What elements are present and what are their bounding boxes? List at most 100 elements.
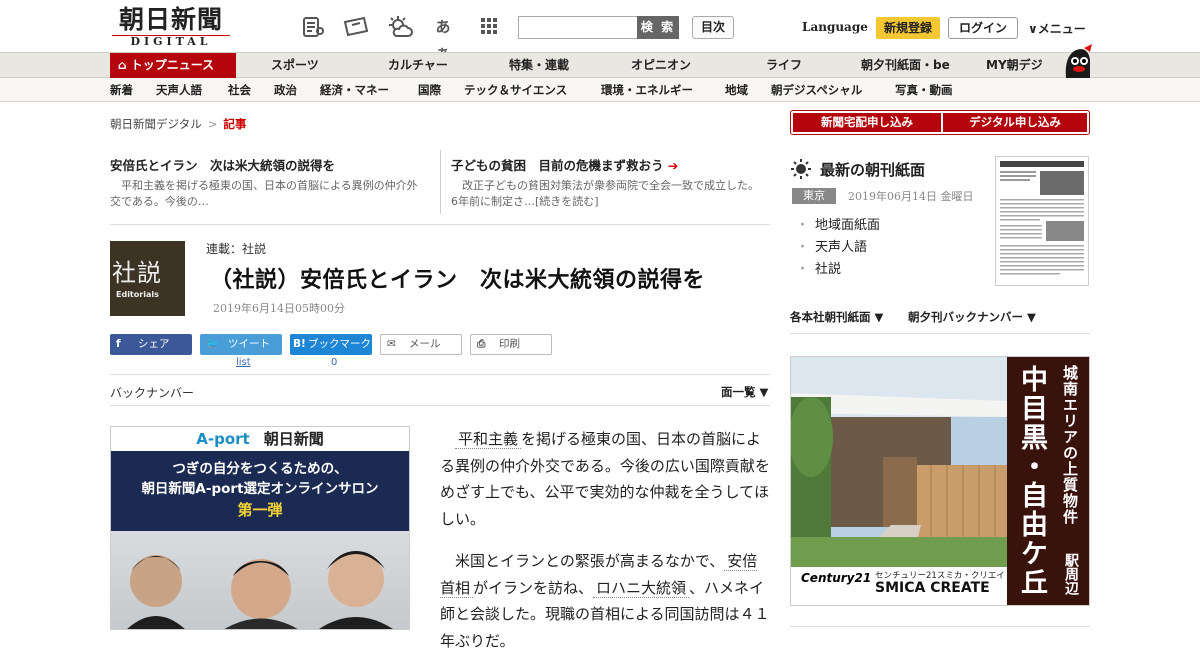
breadcrumb-separator: > [207,117,218,131]
nav-my-asadeji[interactable]: MY朝デジ [986,53,1043,78]
paper-link-label: 地域面紙面 [815,218,881,233]
caret-down-icon: ▼ [759,385,769,399]
subnav-society[interactable]: 社会 [228,78,251,102]
ad-brand: A-port 朝日新聞 [111,427,409,451]
mail-button[interactable]: ✉ メール [380,334,462,355]
newspaper-thumbnail[interactable] [995,156,1089,286]
logo-main: 朝日新聞 [118,5,223,34]
aport-advertisement[interactable]: A-port 朝日新聞 つぎの自分をつくるための、 朝日新聞A-port選定オンラ… [110,426,410,630]
newspaper-icon[interactable] [300,14,326,40]
paper-link-editorial[interactable]: ・社説 [796,258,841,277]
thumb-label: 社説 [112,259,162,287]
digital-subscribe-button[interactable]: デジタル申し込み [943,113,1087,132]
subnav-international[interactable]: 国際 [418,78,441,102]
toc-button[interactable]: 目次 [692,16,734,39]
ad-line-2: 朝日新聞A-port選定オンラインサロン [141,481,379,497]
ad-text-panel: 城南エリアの上質物件 中目黒・自由ケ丘 駅周辺 [1007,357,1089,605]
home-icon: ⌂ [118,58,131,72]
divider [110,374,770,375]
divider [790,626,1090,627]
grid-menu-icon[interactable] [476,14,502,40]
asahi-digital-logo[interactable]: 朝日新聞 DIGITAL [112,6,230,48]
bullet: ・ [796,262,810,277]
page-list-dropdown[interactable]: 面一覧 ▼ [721,384,768,400]
related-title-1[interactable]: 安倍氏とイラン 次は米大統領の説得を [110,155,335,174]
paragraph: 平和主義 を掲げる極東の国、日本の首脳による異例の仲介外交である。今後の広い国際貢… [440,426,770,532]
font-size-icon[interactable]: あぁ [430,14,456,62]
nav-culture[interactable]: カルチャー [388,53,448,78]
breadcrumb-root[interactable]: 朝日新聞デジタル [110,117,202,131]
search-input[interactable] [518,16,638,39]
editorial-thumbnail: 社説 Editorials [110,241,185,316]
nav-sports[interactable]: スポーツ [271,53,319,78]
weather-icon[interactable] [386,14,413,40]
backnumber-link[interactable]: 朝夕刊バックナンバー ▼ [908,309,1036,325]
ad-vertical-text-2: 中目黒・自由ケ丘 [1016,365,1047,597]
share-label: 印刷 [499,338,520,350]
article-body: 平和主義 を掲げる極東の国、日本の首脳による異例の仲介外交である。今後の広い国際貢… [440,426,770,670]
related-body-1: 平和主義を掲げる極東の国、日本の首脳による異例の仲介外交である。今後の… [110,179,418,208]
related-body-2: 改正子どもの貧困対策法が衆参両院で全会一致で成立した。 6年前に制定さ…[続きを… [451,179,765,208]
ad-vertical-text-1: 城南エリアの上質物件 [1061,365,1079,525]
paper-link-tensei[interactable]: ・天声人語 [796,236,867,255]
share-label: メール [409,338,441,350]
ticket-icon[interactable] [342,14,369,40]
breadcrumb: 朝日新聞デジタル > 記事 [110,116,246,132]
nav-opinion[interactable]: オピニオン [631,53,691,78]
twitter-share-button[interactable]: 🐦 ツイート [200,334,282,355]
sub-nav: 新着 天声人語 社会 政治 経済・マネー 国際 テック＆サイエンス 環境・エネル… [0,78,1200,102]
subnav-special[interactable]: 朝デジスペシャル [771,78,862,102]
keyword-link[interactable]: 平和主義 [455,430,522,449]
mascot-icon[interactable] [1058,44,1094,78]
subnav-photo[interactable]: 写真・動画 [895,78,953,102]
mail-icon: ✉ [387,338,396,350]
subnav-politics[interactable]: 政治 [274,78,297,102]
subnav-economy[interactable]: 経済・マネー [320,78,389,102]
ad-photo [111,531,409,629]
regional-paper-link[interactable]: 各本社朝刊紙面 ▼ [790,309,883,325]
arrow-right-icon: ➔ [667,158,679,173]
site-header: 朝日新聞 DIGITAL あぁ 検 索 目次 Language 新規登録 ログイ… [0,0,1200,62]
related-divider [440,150,441,214]
thumb-sub: Editorials [116,290,159,299]
paper-link-regional[interactable]: ・地域面紙面 [796,214,880,233]
subnav-region[interactable]: 地域 [725,78,748,102]
hatena-count[interactable]: 0 [331,357,337,368]
login-button[interactable]: ログイン [948,17,1018,39]
language-link[interactable]: Language [802,20,868,34]
link-label: 各本社朝刊紙面 [790,310,871,324]
nav-label: トップニュース [130,58,215,72]
related-title-2[interactable]: 子どもの貧困 目前の危機まず救おう ➔ [451,155,678,174]
subnav-tech[interactable]: テック＆サイエンス [464,78,567,102]
menu-button[interactable]: ∨メニュー [1028,20,1086,37]
share-label: シェア [138,338,170,350]
twitter-count[interactable]: list [236,357,251,368]
facebook-icon: f [116,338,121,350]
print-icon: ⎙ [477,338,486,350]
nav-top-news[interactable]: ⌂ トップニュース [110,53,236,78]
nav-paper[interactable]: 朝夕刊紙面・be [861,53,950,78]
twitter-icon: 🐦 [206,338,220,350]
subnav-tensei[interactable]: 天声人語 [156,78,202,102]
nav-life[interactable]: ライフ [766,53,802,78]
keyword-link[interactable]: ロハニ大統領 [593,578,690,598]
bullet: ・ [796,240,810,255]
related-title-2-text: 子どもの貧困 目前の危機まず救おう [451,158,664,173]
print-button[interactable]: ⎙ 印刷 [470,334,552,355]
subnav-environment[interactable]: 環境・エネルギー [601,78,693,102]
company-en: SMICA CREATE [875,580,990,596]
home-delivery-button[interactable]: 新聞宅配申し込み [793,113,941,132]
series-label[interactable]: 連載：社説 [206,240,266,257]
ad-house-photo [791,357,1007,567]
register-button[interactable]: 新規登録 [876,17,940,39]
nav-features[interactable]: 特集・連載 [509,53,569,78]
hatena-bookmark-button[interactable]: B! ブックマーク [290,334,372,355]
caret-down-icon: ▼ [874,310,884,324]
category-nav: ⌂ トップニュース スポーツ カルチャー 特集・連載 オピニオン ライフ 朝夕刊… [0,52,1200,78]
facebook-share-button[interactable]: f シェア [110,334,192,355]
search-button[interactable]: 検 索 [637,16,679,39]
real-estate-advertisement[interactable]: Century21 センチュリー21スミカ・クリエイト SMICA CREATE… [790,356,1090,606]
paragraph: 米国とイランとの緊張が高まるなかで、 安倍首相 がイランを訪ね、 ロハニ大統領 、ハメネ… [440,548,770,654]
bullet: ・ [796,218,810,233]
subnav-new[interactable]: 新着 [110,78,133,102]
